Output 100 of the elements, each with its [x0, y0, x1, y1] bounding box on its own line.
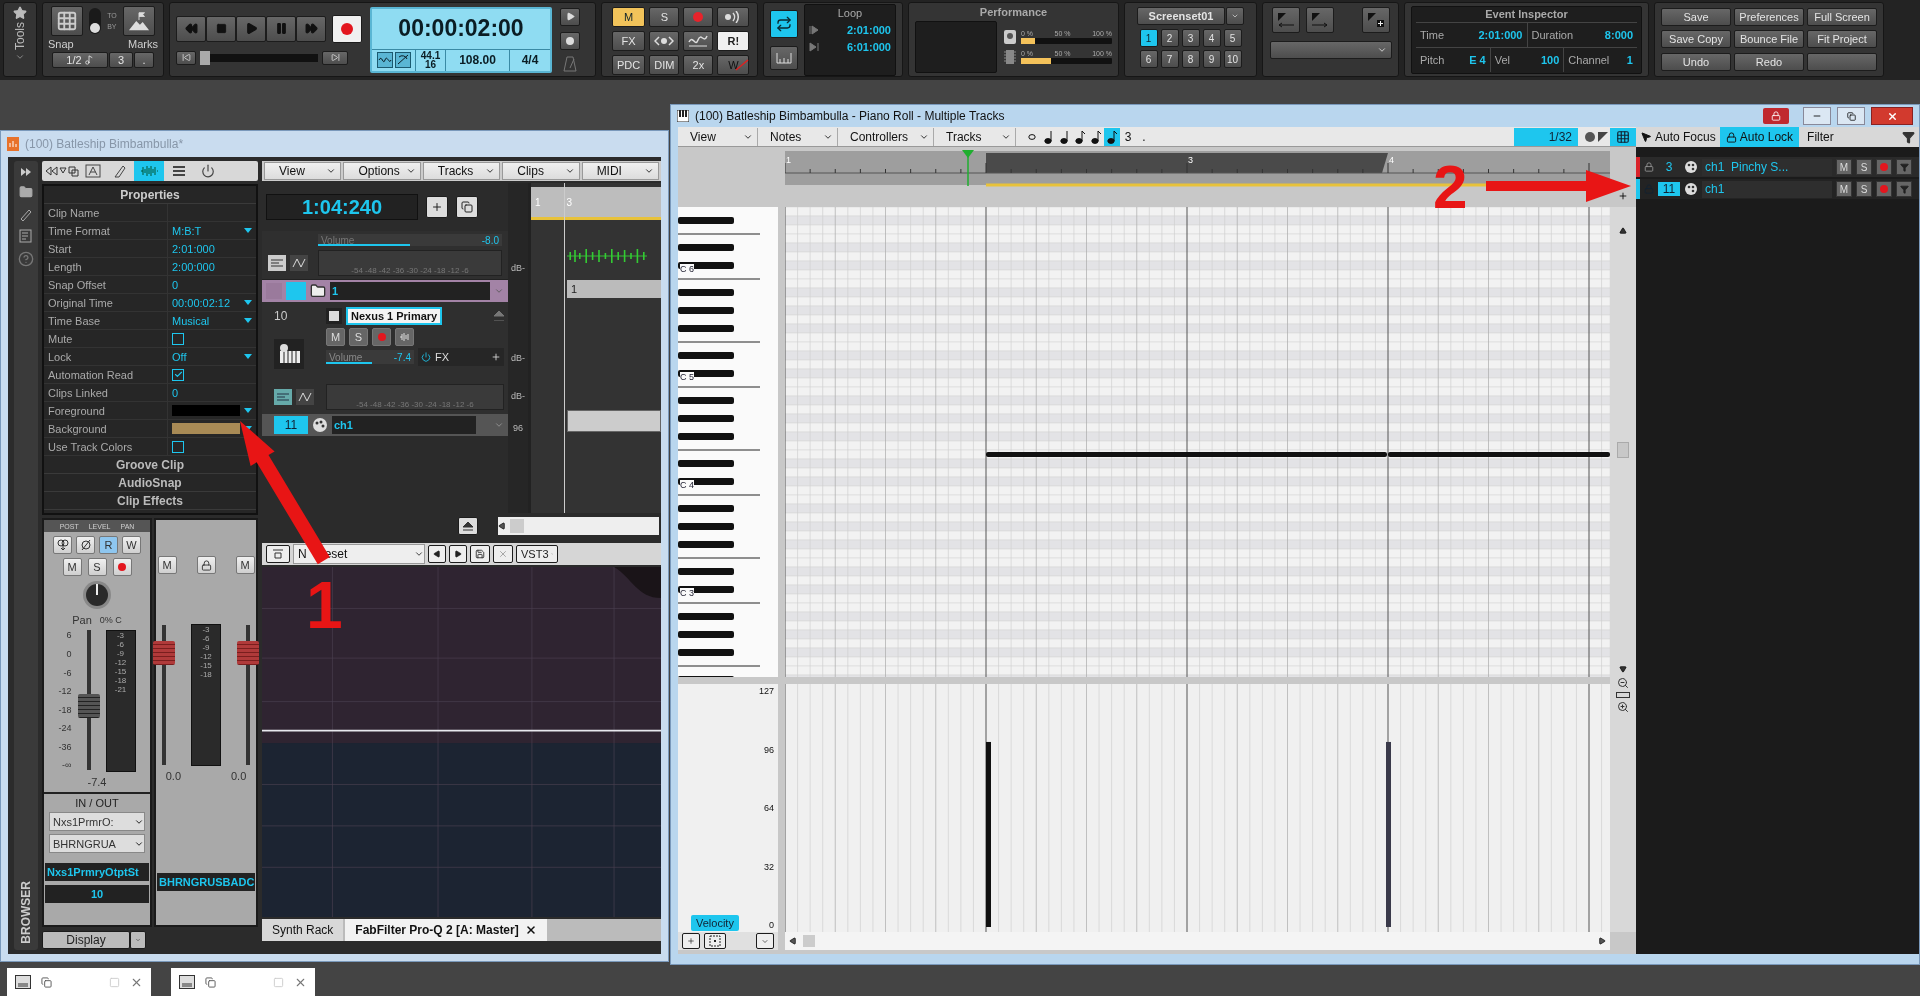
mix-button[interactable]: FX — [612, 31, 646, 51]
dot-button[interactable]: . — [134, 52, 154, 68]
screenset-slot[interactable]: 2 — [1160, 29, 1179, 47]
editor-tab[interactable]: FabFilter Pro-Q 2 [A: Master] — [345, 919, 547, 941]
field-label: Channel — [1568, 53, 1610, 66]
track-number: 3 — [1664, 160, 1674, 174]
field-value: 1 — [1626, 53, 1633, 66]
mute-button[interactable]: M — [326, 328, 345, 346]
property-value[interactable]: Musical — [172, 314, 240, 327]
mute-button[interactable]: M — [1836, 159, 1852, 175]
solo-button[interactable]: S — [1856, 181, 1872, 197]
toolbar-button[interactable]: Undo — [1661, 53, 1731, 72]
track-name-field[interactable]: 1 — [330, 282, 490, 300]
snap-value[interactable]: 1/32 — [1514, 127, 1578, 146]
track-name-field[interactable]: ch1 — [1702, 180, 1832, 198]
track-name-field[interactable]: ch1 — [332, 416, 476, 434]
velocity-button[interactable]: Velocity — [691, 915, 739, 931]
screenset-slot[interactable]: 1 — [1139, 29, 1158, 47]
mix-button[interactable]: M — [612, 7, 646, 27]
marks-label: Marks — [128, 38, 158, 50]
snap-value-button[interactable]: 1/2 — [52, 52, 108, 68]
menu-button[interactable]: Clips — [502, 162, 580, 180]
format-dropdown[interactable]: VST3 — [516, 545, 558, 563]
section-header[interactable]: AudioSnap — [118, 475, 182, 490]
auto-focus-toggle[interactable]: Auto Focus — [1640, 130, 1716, 144]
snap-label: Snap — [48, 38, 74, 50]
mute-button[interactable]: M — [62, 558, 82, 577]
snap-count-button[interactable]: 3 — [109, 52, 133, 68]
toolbar-button[interactable]: Save — [1661, 7, 1731, 26]
clip-label: 1 — [571, 283, 578, 295]
toolbar-button[interactable]: Save Copy — [1661, 30, 1731, 49]
volume-slider[interactable]: Volume -8.0 — [318, 234, 502, 246]
solo-button[interactable]: S — [87, 558, 107, 577]
window-title: (100) Batleship Bimbambulla* — [25, 137, 184, 151]
toolbar-button[interactable]: Fit Project — [1807, 30, 1877, 49]
track-name-field[interactable]: Nexus 1 Primary — [346, 307, 443, 325]
input-dropdown[interactable]: Nxs1PrmrO: — [49, 812, 145, 832]
fader-scale-label: -∞ — [62, 760, 72, 771]
read-button[interactable]: R — [99, 536, 118, 555]
write-button[interactable]: W — [122, 536, 141, 555]
screenset-dropdown[interactable]: Screenset01 — [1137, 7, 1225, 25]
fader-value: 0.0 — [165, 770, 181, 783]
ruler-label: 3 — [566, 196, 573, 208]
mix-button[interactable]: S — [649, 7, 680, 27]
screenset-slot[interactable]: 4 — [1202, 29, 1221, 47]
screenset-slot[interactable]: 5 — [1223, 29, 1242, 47]
output-dropdown[interactable]: BHRNGRUA — [49, 834, 145, 854]
menu-button[interactable]: View — [264, 162, 342, 180]
solo-button[interactable]: S — [1856, 159, 1872, 175]
loop-end: 6:01:000 — [846, 40, 891, 53]
properties-title: Properties — [120, 187, 180, 202]
menu-button[interactable]: MIDI — [581, 162, 660, 180]
mix-button[interactable]: R! — [717, 31, 750, 51]
fader-scale-label: -12 — [58, 686, 72, 697]
screenset-slot[interactable]: 6 — [1139, 50, 1158, 68]
screenset-slot[interactable]: 8 — [1181, 50, 1200, 68]
meter: 4/4 — [520, 51, 540, 69]
menu-button[interactable]: Tracks — [422, 162, 501, 180]
display-dropdown[interactable]: Display — [42, 931, 130, 950]
track-name-field[interactable]: ch1 Pinchy S... — [1702, 158, 1832, 176]
toolbar-button[interactable]: Preferences — [1734, 7, 1804, 26]
toolbar-button[interactable]: Bounce File — [1734, 30, 1804, 49]
mute-button[interactable]: M — [235, 556, 255, 575]
property-label: Background — [48, 422, 107, 435]
track-row[interactable]: 11 ch1 M S — [1636, 179, 1919, 199]
mute-button[interactable]: M — [157, 556, 177, 575]
property-label: Start — [48, 242, 72, 255]
property-label: Automation Read — [48, 368, 133, 381]
toolbar-button[interactable]: Redo — [1734, 53, 1804, 72]
solo-button[interactable]: S — [349, 328, 368, 346]
mix-button[interactable]: 2x — [683, 55, 714, 75]
filter-label: Filter — [1807, 130, 1834, 144]
screenset-slot[interactable]: 3 — [1181, 29, 1200, 47]
field-label: Duration — [1531, 28, 1574, 41]
volume-slider[interactable]: Volume -7.4 — [326, 350, 414, 364]
track-row[interactable]: 3 ch1 Pinchy S... M S — [1636, 157, 1919, 177]
editor-tab[interactable]: Synth Rack — [262, 919, 344, 941]
tools-label: Tools — [13, 22, 27, 50]
property-value[interactable]: 00:00:02:12 — [172, 296, 240, 309]
screenset-slot[interactable]: 10 — [1223, 50, 1242, 68]
section-header[interactable]: Groove Clip — [116, 457, 184, 472]
velocity-scale-label: 127 — [758, 686, 774, 696]
preset-name-start: N — [298, 547, 307, 561]
screenset-slot[interactable]: 7 — [1160, 50, 1179, 68]
property-label: Snap Offset — [48, 278, 106, 291]
screenset-slot[interactable]: 9 — [1202, 50, 1221, 68]
mix-button[interactable]: DIM — [649, 55, 680, 75]
midi-track[interactable]: 11 ch1 — [262, 414, 508, 436]
track-number: 11 — [1658, 182, 1680, 196]
property-value[interactable]: Off — [172, 350, 240, 363]
sample-rate: 44.1 — [420, 51, 441, 60]
fader-scale-label: -24 — [58, 723, 72, 734]
db-label: dB- — [511, 353, 525, 363]
mix-button[interactable]: PDC — [612, 55, 646, 75]
auto-lock-toggle[interactable]: Auto Lock — [1719, 127, 1800, 147]
mute-button[interactable]: M — [1836, 181, 1852, 197]
menu-button[interactable]: Options — [343, 162, 421, 180]
property-value[interactable]: M:B:T — [172, 224, 240, 237]
section-header[interactable]: Clip Effects — [117, 493, 183, 508]
toolbar-button[interactable]: Full Screen — [1807, 7, 1877, 26]
